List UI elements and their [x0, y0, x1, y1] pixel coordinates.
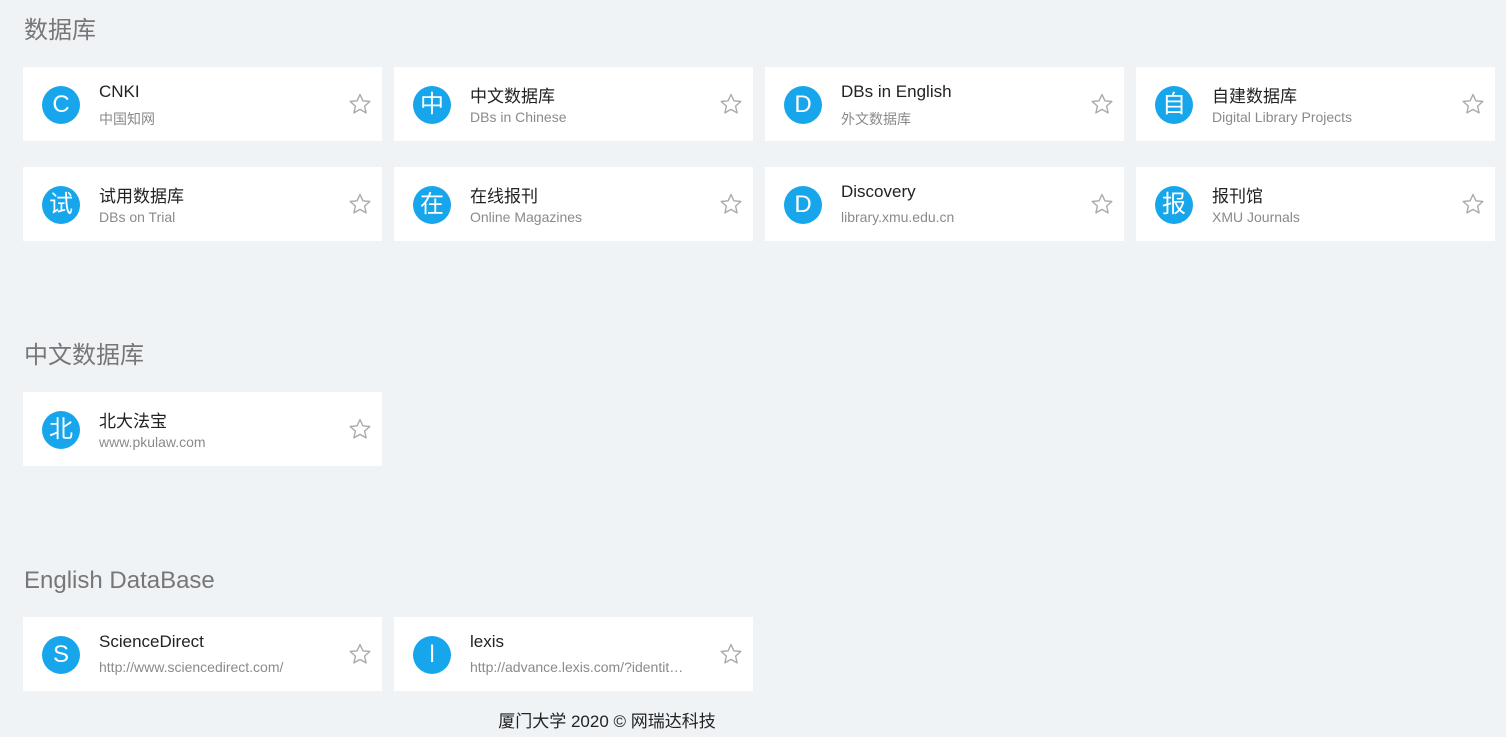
card-title: 在线报刊	[470, 187, 538, 206]
card-badge: 北	[42, 411, 80, 449]
card-subtitle: http://www.sciencedirect.com/	[99, 659, 284, 675]
card-row: C CNKI 中国知网 中 中文数据库 DBs in Chinese D DBs…	[23, 67, 1495, 141]
star-outline-icon[interactable]	[719, 642, 743, 666]
card-badge: 自	[1155, 86, 1193, 124]
card-subtitle: 中国知网	[99, 111, 155, 127]
database-card-sciencedirect[interactable]: S ScienceDirect http://www.sciencedirect…	[23, 617, 382, 691]
card-title: 中文数据库	[470, 87, 555, 106]
card-badge: 报	[1155, 186, 1193, 224]
star-outline-icon[interactable]	[348, 642, 372, 666]
card-badge: l	[413, 636, 451, 674]
database-card-lexis[interactable]: l lexis http://advance.lexis.com/?identi…	[394, 617, 753, 691]
card-title: 试用数据库	[99, 187, 184, 206]
card-title: 报刊馆	[1212, 187, 1263, 206]
card-subtitle: Digital Library Projects	[1212, 109, 1353, 125]
star-outline-icon[interactable]	[348, 92, 372, 116]
star-outline-icon[interactable]	[1461, 92, 1485, 116]
star-outline-icon[interactable]	[719, 192, 743, 216]
card-title: ScienceDirect	[99, 632, 204, 651]
card-row: S ScienceDirect http://www.sciencedirect…	[23, 617, 753, 691]
section-title-chinese-databases: 中文数据库	[24, 342, 144, 369]
database-card-trial[interactable]: 试 试用数据库 DBs on Trial	[23, 167, 382, 241]
star-outline-icon[interactable]	[1461, 192, 1485, 216]
card-title: DBs in English	[841, 82, 952, 101]
database-card-english-dbs[interactable]: D DBs in English 外文数据库	[765, 67, 1124, 141]
card-row: 试 试用数据库 DBs on Trial 在 在线报刊 Online Magaz…	[23, 167, 1495, 241]
database-card-pkulaw[interactable]: 北 北大法宝 www.pkulaw.com	[23, 392, 382, 466]
card-subtitle: DBs in Chinese	[470, 109, 567, 125]
card-badge: C	[42, 86, 80, 124]
page: 数据库 C CNKI 中国知网 中 中文数据库 DBs in Chinese D…	[0, 0, 1506, 737]
card-subtitle: www.pkulaw.com	[99, 434, 206, 450]
footer-copyright: 厦门大学 2020 © 网瑞达科技	[498, 712, 716, 731]
card-title: lexis	[470, 632, 505, 651]
card-badge: D	[784, 86, 822, 124]
database-card-xmu-journals[interactable]: 报 报刊馆 XMU Journals	[1136, 167, 1495, 241]
database-card-discovery[interactable]: D Discovery library.xmu.edu.cn	[765, 167, 1124, 241]
star-outline-icon[interactable]	[719, 92, 743, 116]
card-row: 北 北大法宝 www.pkulaw.com	[23, 392, 382, 466]
star-outline-icon[interactable]	[1090, 92, 1114, 116]
card-subtitle: library.xmu.edu.cn	[841, 209, 955, 225]
card-badge: D	[784, 186, 822, 224]
star-outline-icon[interactable]	[1090, 192, 1114, 216]
database-card-digital-library[interactable]: 自 自建数据库 Digital Library Projects	[1136, 67, 1495, 141]
card-title: 北大法宝	[99, 412, 167, 431]
section-title-databases: 数据库	[24, 17, 96, 44]
card-subtitle: XMU Journals	[1212, 209, 1300, 225]
card-badge: 在	[413, 186, 451, 224]
star-outline-icon[interactable]	[348, 417, 372, 441]
database-card-cnki[interactable]: C CNKI 中国知网	[23, 67, 382, 141]
card-subtitle: 外文数据库	[841, 111, 911, 127]
card-subtitle: DBs on Trial	[99, 209, 176, 225]
card-title: CNKI	[99, 82, 140, 101]
card-badge: 中	[413, 86, 451, 124]
section-title-english-database: English DataBase	[24, 567, 215, 594]
card-title: 自建数据库	[1212, 87, 1297, 106]
database-card-online-magazines[interactable]: 在 在线报刊 Online Magazines	[394, 167, 753, 241]
database-card-chinese-dbs[interactable]: 中 中文数据库 DBs in Chinese	[394, 67, 753, 141]
card-title: Discovery	[841, 182, 916, 201]
card-badge: S	[42, 636, 80, 674]
card-subtitle: http://advance.lexis.com/?identityprofil…	[470, 659, 685, 675]
star-outline-icon[interactable]	[348, 192, 372, 216]
card-subtitle: Online Magazines	[470, 209, 583, 225]
card-badge: 试	[42, 186, 80, 224]
